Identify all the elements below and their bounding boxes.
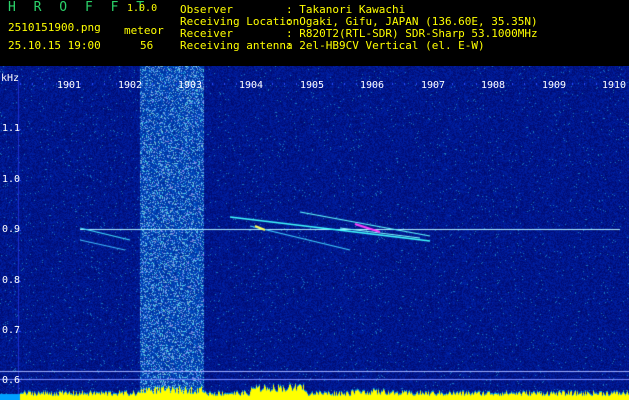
x-tick-label: 1908 — [481, 80, 506, 91]
file-name: 2510151900.png — [8, 21, 101, 34]
x-tick-label: 1902 — [118, 80, 143, 91]
meteor-label: meteor — [124, 24, 164, 37]
y-tick-label: 1.0 — [2, 174, 21, 185]
x-tick-label: 1909 — [542, 80, 567, 91]
x-tick-label: 1905 — [300, 80, 325, 91]
meteor-count: 56 — [140, 39, 154, 52]
timestamp: 25.10.15 19:00 — [8, 39, 101, 52]
x-tick-label: 1901 — [57, 80, 82, 91]
antenna-label: Receiving antenna — [180, 39, 293, 52]
y-tick-label: 0.9 — [2, 224, 21, 235]
x-tick-label: 1907 — [421, 80, 446, 91]
x-tick-label: 1906 — [360, 80, 385, 91]
spectrogram-canvas — [0, 66, 629, 400]
y-tick-label: 0.7 — [2, 325, 21, 336]
x-tick-label: 1910 — [602, 80, 627, 91]
antenna-value: : 2el-HB9CV Vertical (el. E-W) — [286, 39, 485, 52]
header-panel: H R O F F T 1.0.0 2510151900.png 25.10.1… — [0, 0, 629, 66]
y-tick-label: 0.6 — [2, 375, 21, 386]
x-tick-label: 1903 — [178, 80, 203, 91]
app-version: 1.0.0 — [127, 3, 158, 14]
y-tick-label: 1.1 — [2, 123, 21, 134]
y-tick-label: 0.8 — [2, 275, 21, 286]
axis-unit-label: kHz — [1, 73, 20, 84]
x-tick-label: 1904 — [239, 80, 264, 91]
